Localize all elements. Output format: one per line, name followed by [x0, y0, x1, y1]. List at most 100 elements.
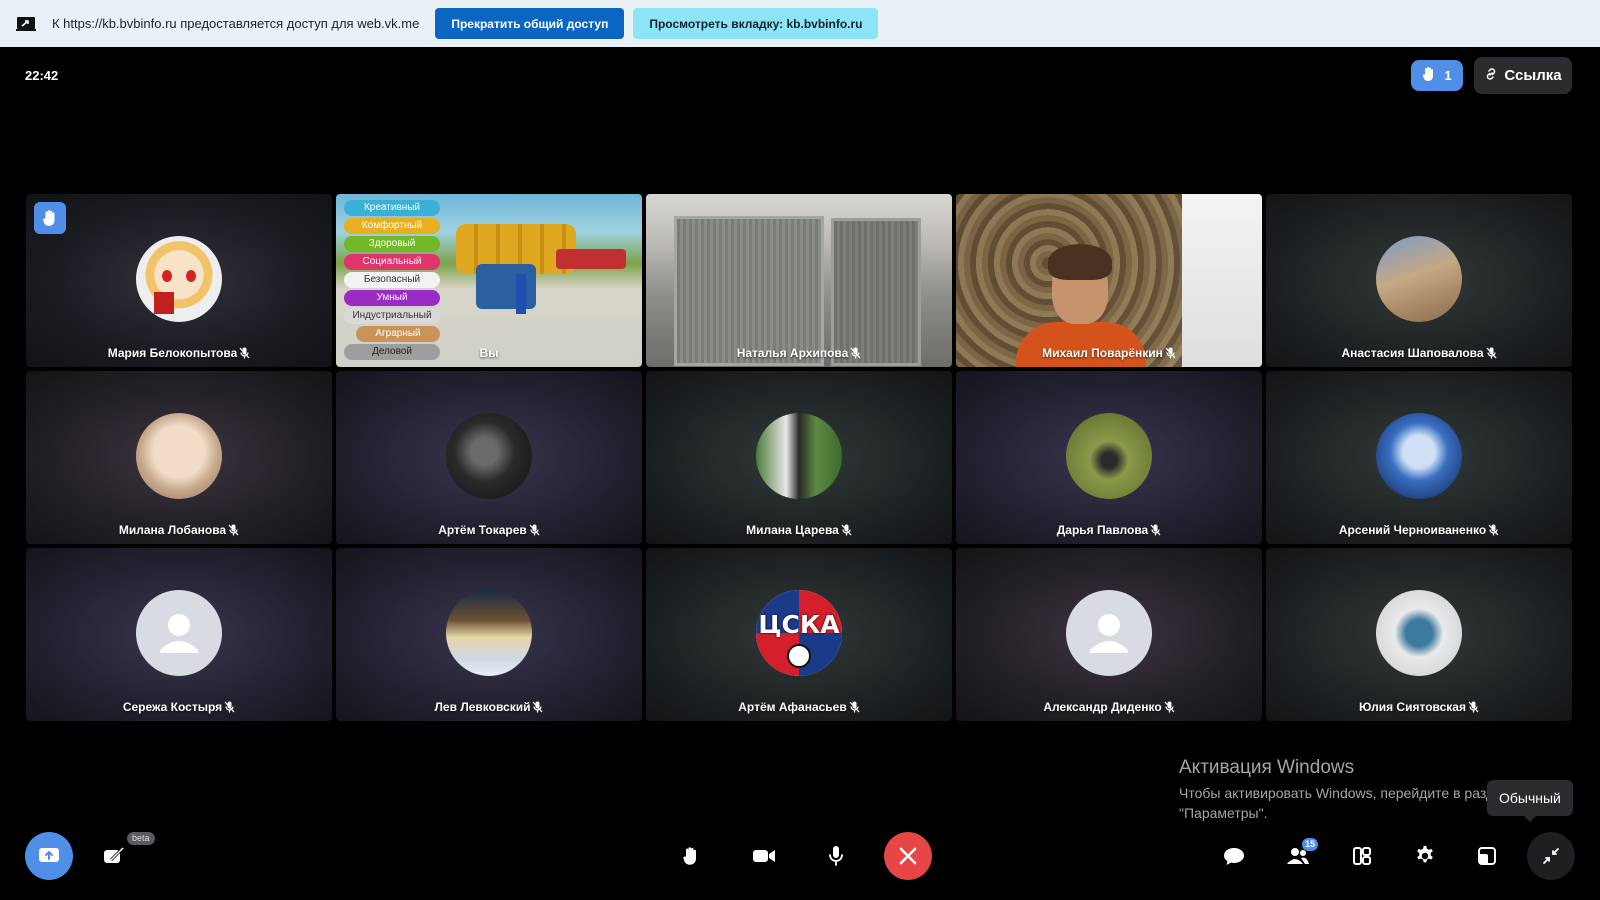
raised-hand-indicator	[34, 202, 66, 234]
video-camera-icon	[753, 850, 775, 862]
category-item[interactable]: Безопасный	[344, 272, 440, 288]
hand-icon	[1422, 66, 1436, 85]
avatar-logo-text: ЦСКА	[758, 610, 840, 639]
mic-off-icon	[228, 524, 239, 536]
windows-activation-watermark: Активация Windows Чтобы активировать Win…	[1179, 757, 1510, 823]
mic-off-icon	[849, 701, 860, 713]
beta-badge: beta	[127, 832, 155, 845]
participant-tile[interactable]: ЦСКА Артём Афанасьев	[646, 548, 952, 721]
participants-grid: Мария Белокопытова Креативный Комфортный…	[26, 194, 1574, 721]
grid-layout-icon	[1353, 847, 1371, 865]
category-list: Креативный Комфортный Здоровый Социальны…	[344, 200, 440, 360]
mic-off-icon	[1164, 701, 1175, 713]
participant-name: Милана Царева	[746, 523, 839, 537]
watermark-line1: Чтобы активировать Windows, перейдите в …	[1179, 785, 1510, 801]
category-item[interactable]: Умный	[344, 290, 440, 306]
chat-icon	[1224, 848, 1244, 865]
participant-tile[interactable]: Лев Левковский	[336, 548, 642, 721]
microphone-button[interactable]	[812, 832, 860, 880]
end-call-button[interactable]	[884, 832, 932, 880]
participant-name: Дарья Павлова	[1056, 523, 1149, 537]
category-item[interactable]: Комфортный	[344, 218, 440, 234]
participant-tile[interactable]: Милана Лобанова	[26, 371, 332, 544]
raised-hands-count: 1	[1444, 68, 1452, 83]
camera-video	[674, 216, 824, 366]
watermark-title: Активация Windows	[1179, 757, 1355, 778]
mic-off-icon	[850, 347, 861, 359]
participant-name: Юлия Сиятовская	[1359, 700, 1466, 714]
participant-tile-self[interactable]: Креативный Комфортный Здоровый Социальны…	[336, 194, 642, 367]
category-item[interactable]: Индустриальный	[344, 308, 440, 324]
avatar	[756, 413, 842, 499]
participant-name: Михаил Поварёнкин	[1042, 346, 1163, 360]
category-item[interactable]: Социальный	[344, 254, 440, 270]
picture-in-picture-button[interactable]	[1463, 832, 1511, 880]
mic-off-icon	[533, 701, 543, 713]
camera-button[interactable]	[740, 832, 788, 880]
mic-off-icon	[239, 347, 250, 359]
participant-name: Артём Афанасьев	[738, 700, 847, 714]
participant-name: Вы	[479, 346, 499, 360]
mic-off-icon	[1468, 701, 1479, 713]
avatar	[136, 236, 222, 322]
avatar	[136, 413, 222, 499]
hand-icon	[43, 210, 55, 226]
mic-off-icon	[224, 701, 235, 713]
avatar	[1376, 590, 1462, 676]
avatar	[446, 590, 532, 676]
participant-tile[interactable]: Мария Белокопытова	[26, 194, 332, 367]
default-avatar-icon	[1066, 590, 1152, 676]
participant-tile[interactable]: Милана Царева	[646, 371, 952, 544]
participant-tile[interactable]: Арсений Черноиваненко	[1266, 371, 1572, 544]
link-icon	[1484, 67, 1498, 85]
avatar	[1066, 413, 1152, 499]
exit-fullscreen-button[interactable]	[1527, 832, 1575, 880]
participant-tile[interactable]: Михаил Поварёнкин	[956, 194, 1262, 367]
participant-tile[interactable]: Александр Диденко	[956, 548, 1262, 721]
picture-in-picture-icon	[1478, 847, 1496, 865]
participant-tile[interactable]: Дарья Павлова	[956, 371, 1262, 544]
gear-icon	[1417, 845, 1433, 863]
participant-name: Анастасия Шаповалова	[1341, 346, 1484, 360]
participant-name: Лев Левковский	[434, 700, 531, 714]
mic-off-icon	[1150, 524, 1161, 536]
close-icon	[899, 847, 917, 865]
raised-hands-button[interactable]: 1	[1411, 60, 1463, 91]
participant-tile[interactable]: Артём Токарев	[336, 371, 642, 544]
category-item[interactable]: Аграрный	[356, 326, 440, 342]
watermark-line2: "Параметры".	[1179, 805, 1268, 821]
participant-tile[interactable]: Сережа Костыря	[26, 548, 332, 721]
share-screen-icon	[39, 848, 59, 862]
view-mode-tooltip: Обычный	[1487, 780, 1573, 822]
copy-link-button[interactable]: Ссылка	[1474, 57, 1572, 94]
participants-count-badge: 15	[1302, 838, 1319, 851]
avatar	[1376, 413, 1462, 499]
category-item[interactable]: Здоровый	[344, 236, 440, 252]
participant-name: Арсений Черноиваненко	[1338, 523, 1487, 537]
mic-off-icon	[1488, 524, 1499, 536]
participant-tile[interactable]: Анастасия Шаповалова	[1266, 194, 1572, 367]
settings-button[interactable]	[1401, 832, 1449, 880]
chat-button[interactable]	[1210, 832, 1258, 880]
participant-name: Мария Белокопытова	[107, 346, 238, 360]
avatar	[446, 413, 532, 499]
whiteboard-icon	[104, 846, 125, 863]
avatar	[1376, 236, 1462, 322]
link-label: Ссылка	[1504, 67, 1562, 84]
participant-name: Наталья Архипова	[736, 346, 849, 360]
raise-hand-button[interactable]	[667, 832, 715, 880]
mic-off-icon	[1486, 347, 1497, 359]
participant-name: Артём Токарев	[438, 523, 527, 537]
mic-off-icon	[1165, 347, 1176, 359]
avatar: ЦСКА	[756, 590, 842, 676]
layout-button[interactable]	[1338, 832, 1386, 880]
view-tab-button[interactable]: Просмотреть вкладку: kb.bvbinfo.ru	[633, 8, 879, 39]
microphone-icon	[829, 846, 843, 866]
screen-share-bar: К https://kb.bvbinfo.ru предоставляется …	[0, 0, 1600, 47]
share-screen-button[interactable]	[25, 832, 73, 880]
mic-off-icon	[529, 524, 540, 536]
participant-tile[interactable]: Юлия Сиятовская	[1266, 548, 1572, 721]
participant-tile[interactable]: Наталья Архипова	[646, 194, 952, 367]
category-item[interactable]: Креативный	[344, 200, 440, 216]
stop-sharing-button[interactable]: Прекратить общий доступ	[435, 8, 625, 39]
